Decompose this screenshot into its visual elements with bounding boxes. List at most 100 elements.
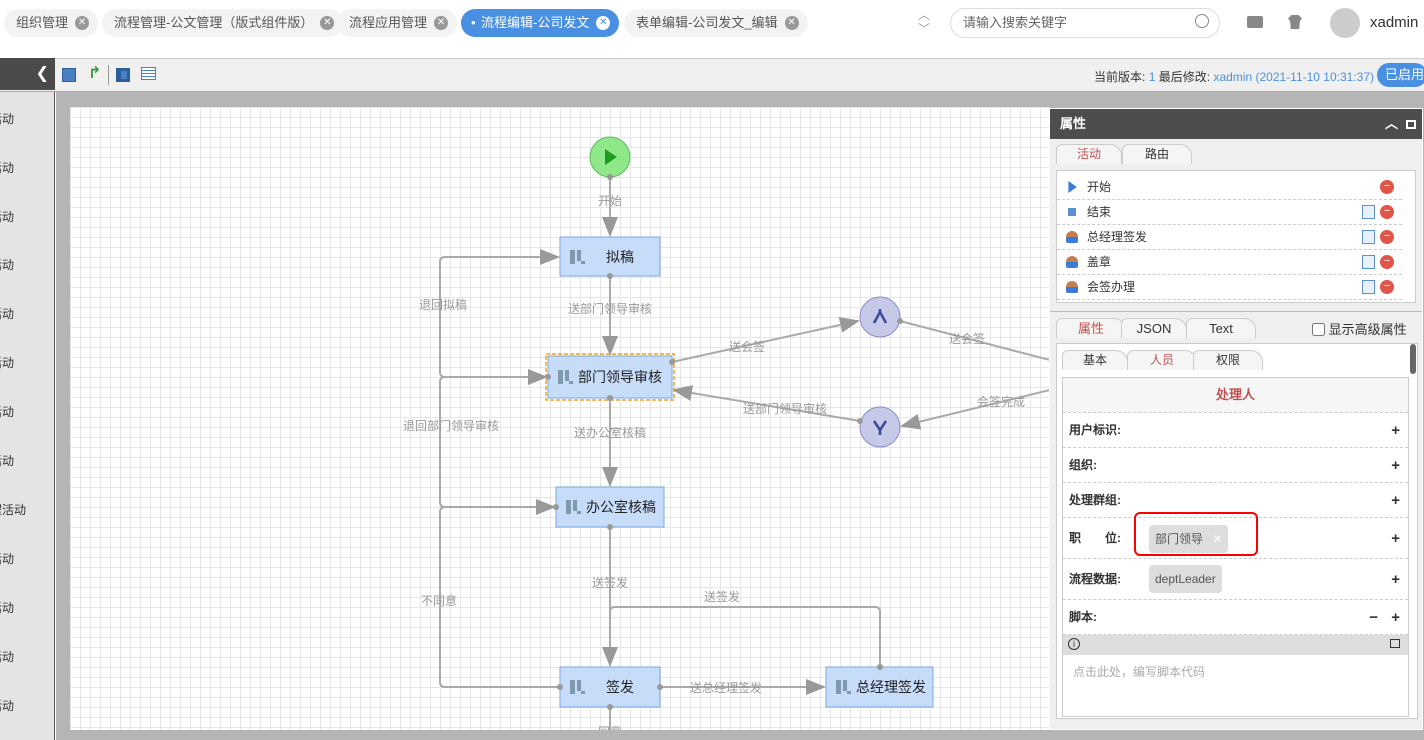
script-editor[interactable]: 点击此处，编写脚本代码: [1073, 663, 1205, 680]
edge-label: 同意: [598, 724, 622, 730]
tab-flow-mgmt[interactable]: 流程管理-公文管理（版式组件版） ✕: [102, 9, 344, 37]
add-icon[interactable]: +: [1391, 559, 1400, 600]
tab-basic[interactable]: 基本: [1062, 350, 1128, 370]
activity-label: 结束: [1087, 205, 1112, 219]
sidebar-item[interactable]: 活动: [0, 599, 14, 616]
close-icon[interactable]: ✕: [434, 16, 449, 30]
flow-diagram: 开始 送部门领导审核 送办公室核稿 送签发 送总经理签发 送签发 送会签 送会签…: [403, 136, 1050, 730]
username[interactable]: xadmin: [1370, 14, 1418, 31]
delete-icon[interactable]: −: [1380, 180, 1394, 194]
tab-properties[interactable]: 属性: [1056, 318, 1126, 338]
list-item[interactable]: 总经理签发 −: [1057, 225, 1402, 250]
list-icon[interactable]: [141, 67, 156, 80]
close-icon[interactable]: ✕: [75, 16, 90, 30]
collapse-icon[interactable]: ︿: [1385, 109, 1398, 139]
copy-icon[interactable]: [1362, 255, 1375, 269]
save-as-icon[interactable]: [116, 68, 130, 82]
delete-icon[interactable]: −: [1380, 280, 1394, 294]
maximize-icon[interactable]: [1406, 120, 1416, 129]
add-icon[interactable]: +: [1391, 518, 1400, 559]
edge-disagree[interactable]: [439, 499, 560, 688]
list-item[interactable]: 会签办理 −: [1057, 275, 1402, 300]
scrollbar[interactable]: [1410, 344, 1416, 374]
sidebar-item[interactable]: 活动: [0, 697, 14, 714]
message-icon[interactable]: [1247, 16, 1263, 28]
close-icon[interactable]: ✕: [320, 16, 335, 30]
user-icon: [1066, 231, 1078, 243]
collapse-sidebar-button[interactable]: ❮: [0, 58, 55, 90]
delete-icon[interactable]: −: [1380, 230, 1394, 244]
copy-icon[interactable]: [1362, 205, 1375, 219]
close-icon[interactable]: ✕: [784, 16, 799, 30]
tab-permissions[interactable]: 权限: [1193, 350, 1263, 370]
sidebar-item[interactable]: 活动: [0, 110, 14, 127]
split-gateway[interactable]: [859, 296, 901, 338]
sidebar-item[interactable]: 活动: [0, 305, 14, 322]
avatar[interactable]: [1330, 8, 1360, 38]
list-item[interactable]: 开始 −: [1057, 175, 1402, 200]
join-gateway[interactable]: [859, 406, 901, 448]
tab-activities[interactable]: 活动: [1056, 144, 1122, 164]
sidebar-item[interactable]: 活动: [0, 452, 14, 469]
user-field: 用户标识: +: [1063, 413, 1408, 448]
edge-back-draft[interactable]: [439, 249, 560, 378]
info-icon[interactable]: i: [1068, 638, 1080, 650]
list-item[interactable]: 结束 −: [1057, 200, 1402, 225]
flow-data-chip[interactable]: deptLeader: [1149, 565, 1222, 593]
version-label: 当前版本:: [1094, 70, 1146, 84]
sidebar-item[interactable]: 活动: [0, 256, 14, 273]
tab-app-mgmt[interactable]: 流程应用管理 ✕: [337, 9, 458, 37]
node-label: 办公室核稿: [586, 499, 656, 515]
expand-icon[interactable]: [1390, 639, 1400, 648]
edge-gm-back[interactable]: [609, 606, 881, 667]
position-field: 职 位: 部门领导 ✕ +: [1063, 512, 1408, 559]
sidebar-item[interactable]: 活动: [0, 208, 14, 225]
add-icon[interactable]: +: [1391, 600, 1400, 635]
section-title: 处理人: [1063, 378, 1408, 413]
scroll-tabs-icon[interactable]: ︿ ﹀: [918, 8, 930, 36]
flow-canvas[interactable]: 开始 送部门领导审核 送办公室核稿 送签发 送总经理签发 送签发 送会签 送会签…: [70, 107, 1050, 730]
sidebar-item[interactable]: 程活动: [0, 501, 26, 518]
advanced-toggle[interactable]: 显示高级属性: [1312, 319, 1407, 338]
list-item[interactable]: 盖章 −: [1057, 250, 1402, 275]
search-input[interactable]: 请输入搜索关键字: [950, 8, 1220, 38]
close-icon[interactable]: ✕: [596, 16, 611, 30]
start-icon: [1068, 181, 1077, 193]
remove-icon[interactable]: −: [1369, 600, 1378, 635]
copy-icon[interactable]: [1362, 280, 1375, 294]
sidebar-item[interactable]: 活动: [0, 354, 14, 371]
edge-back-dept[interactable]: [439, 369, 556, 508]
highlight-annotation: [1134, 512, 1258, 556]
search-placeholder: 请输入搜索关键字: [963, 15, 1068, 30]
add-icon[interactable]: +: [1391, 448, 1400, 483]
delete-icon[interactable]: −: [1380, 205, 1394, 219]
node-label: 总经理签发: [856, 679, 926, 695]
theme-icon[interactable]: [1288, 15, 1302, 29]
edge-label: 送部门领导审核: [568, 301, 652, 316]
user-icons: [558, 250, 851, 694]
tab-org[interactable]: 组织管理 ✕: [4, 9, 99, 37]
tab-flow-edit[interactable]: • 流程编辑-公司发文 ✕: [461, 9, 620, 37]
copy-icon[interactable]: [1362, 230, 1375, 244]
tab-routes[interactable]: 路由: [1122, 144, 1192, 164]
end-icon: [1068, 208, 1076, 216]
edge-label: 送签发: [704, 589, 740, 604]
publish-icon[interactable]: ↱: [88, 66, 101, 82]
save-icon[interactable]: [62, 68, 76, 82]
tab-personnel[interactable]: 人员: [1127, 350, 1197, 370]
sidebar-item[interactable]: 活动: [0, 550, 14, 567]
tab-json[interactable]: JSON: [1121, 318, 1187, 338]
org-field: 组织: +: [1063, 448, 1408, 483]
tab-form-edit[interactable]: 表单编辑-公司发文_编辑 ✕: [624, 9, 808, 37]
tab-label: 流程编辑-公司发文: [481, 15, 590, 30]
sidebar-item[interactable]: 活动: [0, 648, 14, 665]
add-icon[interactable]: +: [1391, 413, 1400, 448]
sidebar-item[interactable]: 活动: [0, 403, 14, 420]
advanced-checkbox[interactable]: [1312, 323, 1325, 336]
tab-text[interactable]: Text: [1186, 318, 1256, 338]
status-badge[interactable]: 已启用: [1377, 63, 1424, 87]
sidebar-item[interactable]: 活动: [0, 159, 14, 176]
delete-icon[interactable]: −: [1380, 255, 1394, 269]
add-icon[interactable]: +: [1391, 483, 1400, 518]
search-icon[interactable]: [1195, 14, 1209, 28]
